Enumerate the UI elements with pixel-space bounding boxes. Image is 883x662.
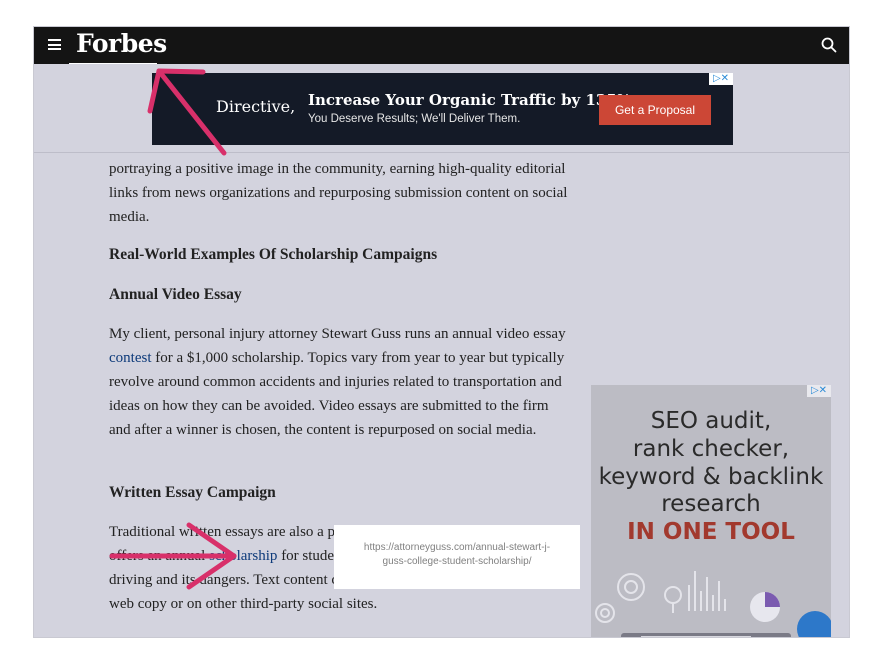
- ad-brand: Directive,: [216, 97, 296, 116]
- forbes-header: Forbes: [34, 27, 849, 66]
- side-ad-line: rank checker,: [632, 436, 790, 462]
- side-ad-line: research: [661, 491, 761, 517]
- paragraph-text: for a $1,000 scholarship. Topics vary fr…: [109, 350, 565, 438]
- tooltip-url: https://attorneyguss.com/annual-stewart-…: [363, 542, 551, 567]
- browser-viewport: Forbes Directive, Increase Your Organic …: [33, 26, 850, 638]
- link-url-tooltip: https://attorneyguss.com/annual-stewart-…: [334, 525, 580, 589]
- top-ad-strip: Directive, Increase Your Organic Traffic…: [34, 64, 849, 153]
- top-ad-banner[interactable]: Directive, Increase Your Organic Traffic…: [152, 73, 733, 145]
- side-ad-line: SEO audit,: [650, 408, 772, 434]
- hamburger-menu-icon[interactable]: [48, 39, 61, 50]
- seo-illustration: [595, 571, 831, 637]
- contest-link[interactable]: contest: [109, 350, 152, 366]
- search-icon[interactable]: [821, 37, 837, 53]
- side-ad-highlight: IN ONE TOOL: [627, 519, 795, 545]
- side-ad-line: keyword & backlink: [598, 464, 824, 490]
- ad-subline: You Deserve Results; We'll Deliver Them.: [308, 113, 521, 125]
- adchoices-icon[interactable]: ▷✕: [807, 385, 831, 397]
- ad-headline: Increase Your Organic Traffic by 135%: [308, 91, 632, 109]
- article-paragraph: My client, personal injury attorney Stew…: [109, 322, 569, 442]
- get-proposal-button[interactable]: Get a Proposal: [599, 95, 711, 125]
- scholarship-link[interactable]: scholarship: [209, 548, 277, 564]
- forbes-logo[interactable]: Forbes: [76, 27, 167, 61]
- section-heading: Real-World Examples Of Scholarship Campa…: [109, 246, 438, 263]
- subsection-heading: Annual Video Essay: [109, 286, 242, 303]
- side-ad[interactable]: ▷✕ SEO audit, rank checker, keyword & ba…: [591, 385, 831, 637]
- adchoices-icon[interactable]: ▷✕: [709, 73, 733, 85]
- article-paragraph: portraying a positive image in the commu…: [109, 161, 568, 225]
- subsection-heading: Written Essay Campaign: [109, 484, 276, 501]
- paragraph-text: My client, personal injury attorney Stew…: [109, 326, 566, 342]
